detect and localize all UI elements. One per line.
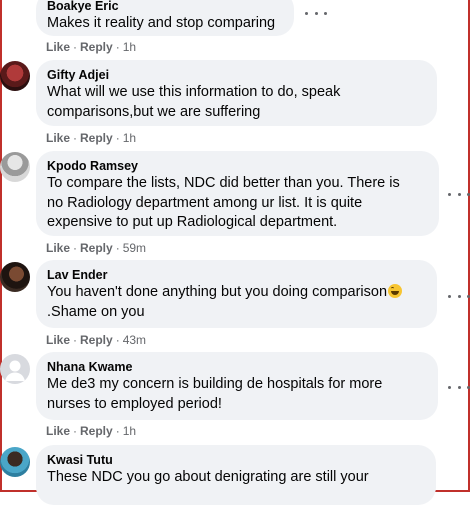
- like-button[interactable]: Like: [46, 424, 70, 438]
- comment-text-line: These NDC you go about denigrating are s…: [47, 469, 369, 485]
- comment-time[interactable]: 1h: [123, 131, 136, 145]
- comment-actions: Like · Reply · 43m: [46, 333, 147, 347]
- comment-text-line: nurses to employed period!: [47, 395, 222, 412]
- comment-bubble: Nhana Kwame Me de3 my concern is buildin…: [36, 352, 438, 420]
- comment-time[interactable]: 59m: [123, 241, 146, 255]
- like-button[interactable]: Like: [46, 131, 70, 145]
- comment-time[interactable]: 1h: [123, 40, 136, 54]
- comment-text-line: no Radiology department among ur list. I…: [47, 194, 363, 211]
- like-button[interactable]: Like: [46, 241, 70, 255]
- comment-time[interactable]: 43m: [123, 333, 146, 347]
- reply-button[interactable]: Reply: [80, 40, 113, 54]
- like-button[interactable]: Like: [46, 40, 70, 54]
- comment-actions: Like · Reply · 1h: [46, 40, 137, 54]
- comment-actions: Like · Reply · 1h: [46, 424, 137, 438]
- comment-bubble: Kpodo Ramsey To compare the lists, NDC d…: [36, 151, 439, 236]
- comment-bubble: Kwasi Tutu These NDC you go about denigr…: [36, 445, 436, 505]
- avatar-placeholder-icon[interactable]: [0, 354, 30, 384]
- avatar[interactable]: [0, 61, 30, 91]
- avatar[interactable]: [0, 262, 30, 292]
- comment-text-line: Me de3 my concern is building de hospita…: [47, 376, 383, 392]
- more-options-icon[interactable]: [448, 187, 470, 201]
- comment-bubble: Boakye Eric Makes it reality and stop co…: [36, 0, 294, 36]
- like-button[interactable]: Like: [46, 333, 70, 347]
- more-options-icon[interactable]: [305, 6, 327, 20]
- comment-author[interactable]: Nhana Kwame: [47, 359, 426, 375]
- comment-text-line: You haven't done anything but you doing …: [47, 283, 425, 303]
- comment-text-line: To compare the lists, NDC did better tha…: [47, 175, 400, 191]
- comment-bubble: Gifty Adjei What will we use this inform…: [36, 60, 437, 126]
- comment-actions: Like · Reply · 59m: [46, 241, 147, 255]
- comment-text-line: Makes it reality and stop comparing: [47, 15, 276, 31]
- avatar[interactable]: [0, 152, 30, 182]
- comment-actions: Like · Reply · 1h: [46, 131, 137, 145]
- comment-author[interactable]: Kwasi Tutu: [47, 452, 424, 468]
- comment-time[interactable]: 1h: [123, 424, 136, 438]
- more-options-icon[interactable]: [448, 380, 470, 394]
- laughing-emoji-icon: [388, 284, 403, 298]
- reply-button[interactable]: Reply: [80, 333, 113, 347]
- comment-bubble: Lav Ender You haven't done anything but …: [36, 260, 437, 328]
- comment-author[interactable]: Kpodo Ramsey: [47, 158, 427, 174]
- comment-author[interactable]: Boakye Eric: [47, 0, 282, 14]
- comment-text-line: .Shame on you: [47, 303, 145, 320]
- comment-author[interactable]: Lav Ender: [47, 267, 425, 283]
- avatar[interactable]: [0, 447, 30, 477]
- comment-text-line: expensive to put up Radiological departm…: [47, 214, 338, 230]
- comment-text-line: What will we use this information to do,…: [47, 84, 341, 100]
- reply-button[interactable]: Reply: [80, 424, 113, 438]
- reply-button[interactable]: Reply: [80, 241, 113, 255]
- reply-button[interactable]: Reply: [80, 131, 113, 145]
- comment-text-line: comparisons,but we are suffering: [47, 103, 261, 120]
- more-options-icon[interactable]: [448, 289, 470, 303]
- comment-author[interactable]: Gifty Adjei: [47, 67, 425, 83]
